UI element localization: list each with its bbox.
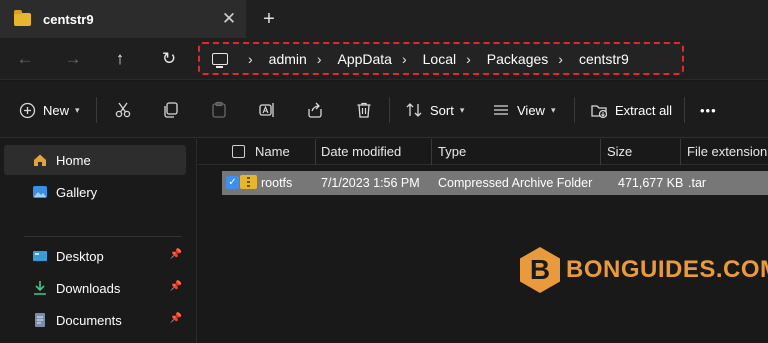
sidebar-item-gallery[interactable]: Gallery	[4, 177, 186, 207]
sidebar-item-downloads[interactable]: Downloads 📌	[4, 273, 186, 303]
sidebar-item-label: Downloads	[56, 280, 121, 296]
folder-icon	[14, 9, 31, 26]
more-options-icon[interactable]: •••	[700, 99, 717, 121]
navigation-bar: ← → ↑ ↻ › admin › AppData › Local › Pack…	[0, 38, 768, 80]
pin-icon[interactable]: 📌	[170, 249, 182, 260]
table-row[interactable]: ✓ rootfs 7/1/2023 1:56 PM Compressed Arc…	[222, 171, 768, 195]
extract-all-label: Extract all	[615, 102, 673, 118]
trash-icon	[355, 101, 373, 119]
up-icon[interactable]: ↑	[108, 47, 132, 71]
sidebar-item-label: Documents	[56, 312, 122, 328]
sidebar-item-label: Gallery	[56, 184, 98, 200]
cut-icon	[114, 101, 132, 119]
documents-icon	[32, 312, 48, 328]
column-divider[interactable]	[315, 139, 316, 165]
new-button[interactable]: New ▾	[18, 99, 80, 121]
breadcrumb-admin[interactable]: admin	[269, 51, 307, 67]
column-size[interactable]: Size	[607, 144, 632, 159]
chevron-down-icon: ▾	[75, 104, 80, 115]
paste-button[interactable]	[210, 99, 228, 121]
desktop-icon	[32, 248, 48, 264]
column-date-modified[interactable]: Date modified	[321, 144, 401, 159]
title-bar: centstr9 ✕ +	[0, 0, 768, 38]
forward-icon[interactable]: →	[61, 47, 85, 71]
breadcrumb-centstr9[interactable]: centstr9	[579, 51, 629, 67]
this-pc-icon	[212, 52, 228, 68]
pin-icon[interactable]: 📌	[170, 313, 182, 324]
divider	[574, 97, 575, 123]
breadcrumb-local[interactable]: Local	[423, 51, 456, 67]
chevron-right-icon: ›	[558, 50, 563, 67]
home-icon	[32, 152, 48, 168]
divider	[96, 97, 97, 123]
refresh-icon[interactable]: ↻	[157, 47, 181, 71]
tab-centstr9[interactable]: centstr9 ✕	[0, 0, 246, 38]
file-name: rootfs	[261, 176, 293, 190]
share-icon	[306, 101, 324, 119]
file-extension: .tar	[688, 176, 707, 190]
chevron-down-icon: ▾	[459, 104, 465, 115]
navigation-pane: Home Gallery Desktop 📌 Downloads 📌 Docum…	[0, 139, 197, 343]
column-divider[interactable]	[431, 139, 432, 165]
new-tab-button[interactable]: +	[258, 8, 280, 30]
chevron-down-icon: ▾	[550, 104, 556, 115]
paste-icon	[210, 101, 228, 119]
extract-all-button[interactable]: Extract all	[590, 99, 672, 121]
tab-title: centstr9	[43, 11, 94, 27]
column-divider[interactable]	[600, 139, 601, 165]
chevron-right-icon: ›	[248, 50, 253, 67]
sort-icon	[405, 101, 423, 119]
close-tab-icon[interactable]: ✕	[220, 10, 238, 28]
breadcrumb-packages[interactable]: Packages	[487, 51, 548, 67]
sidebar-item-label: Desktop	[56, 248, 104, 264]
share-button[interactable]	[306, 99, 324, 121]
chevron-right-icon: ›	[466, 50, 471, 67]
sidebar-item-desktop[interactable]: Desktop 📌	[4, 241, 186, 271]
column-divider[interactable]	[680, 139, 681, 165]
sidebar-item-home[interactable]: Home	[4, 145, 186, 175]
sort-button[interactable]: Sort ▾	[405, 99, 464, 121]
pin-icon[interactable]: 📌	[170, 281, 182, 292]
download-icon	[32, 280, 48, 296]
sidebar-item-documents[interactable]: Documents 📌	[4, 305, 186, 335]
file-size: 471,677 KB	[618, 176, 684, 190]
file-type: Compressed Archive Folder	[438, 176, 593, 190]
column-file-extension[interactable]: File extension	[687, 144, 767, 159]
delete-button[interactable]	[355, 99, 373, 121]
rename-button[interactable]	[258, 99, 276, 121]
gallery-icon	[32, 184, 48, 200]
chevron-right-icon: ›	[316, 50, 322, 67]
checkmark-icon[interactable]: ✓	[226, 176, 239, 189]
sort-label: Sort	[430, 102, 454, 118]
extract-icon	[590, 101, 608, 119]
cut-button[interactable]	[114, 99, 132, 121]
new-label: New	[43, 102, 70, 118]
divider	[684, 97, 685, 123]
file-date: 7/1/2023 1:56 PM	[321, 176, 420, 190]
view-icon	[492, 101, 510, 119]
chevron-right-icon: ›	[401, 50, 407, 67]
watermark-text: BONGUIDES.COM	[566, 256, 768, 283]
sidebar-item-label: Home	[56, 152, 91, 168]
column-type[interactable]: Type	[438, 144, 466, 159]
select-all-checkbox[interactable]	[232, 145, 245, 158]
view-button[interactable]: View ▾	[492, 99, 555, 121]
compressed-folder-icon	[240, 175, 257, 189]
divider	[389, 97, 390, 123]
address-bar[interactable]: › admin › AppData › Local › Packages › c…	[198, 42, 684, 75]
divider	[24, 236, 182, 237]
back-icon[interactable]: ←	[13, 47, 37, 71]
plus-circle-icon	[18, 101, 36, 119]
breadcrumb-appdata[interactable]: AppData	[337, 51, 391, 67]
rename-icon	[258, 101, 276, 119]
column-name[interactable]: Name	[255, 144, 290, 159]
watermark-logo: B BONGUIDES.COM	[520, 247, 768, 293]
copy-icon	[162, 101, 180, 119]
copy-button[interactable]	[162, 99, 180, 121]
column-headers: Name Date modified Type Size File extens…	[198, 139, 768, 165]
view-label: View	[517, 102, 545, 118]
file-list: Name Date modified Type Size File extens…	[198, 139, 768, 343]
watermark-hexagon: B	[520, 247, 560, 293]
command-bar: New ▾ Sort ▾ View ▾ Extract all •••	[0, 81, 768, 138]
